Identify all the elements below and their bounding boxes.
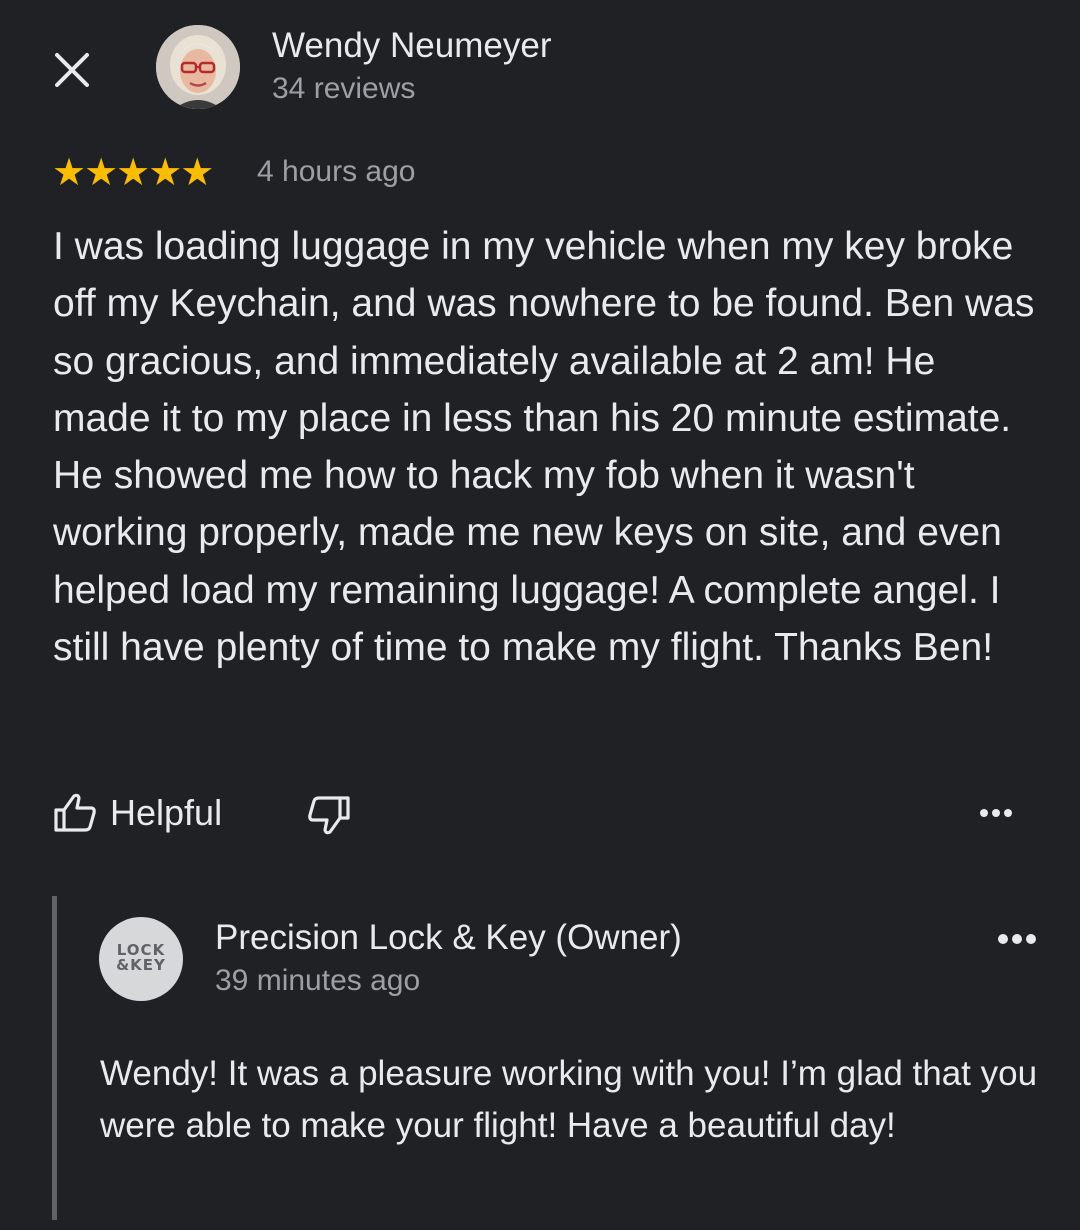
owner-more-button[interactable] (990, 922, 1044, 956)
thumbs-up-icon (54, 793, 96, 832)
reviewer-avatar[interactable] (156, 25, 240, 109)
reviewer-photo (156, 25, 240, 109)
more-horizontal-icon (998, 934, 1036, 944)
review-text: I was loading luggage in my vehicle when… (53, 225, 1035, 670)
thumbs-down-icon (308, 796, 350, 835)
helpful-label: Helpful (110, 792, 223, 833)
close-button[interactable] (50, 48, 94, 92)
star-rating: ★★★★★ (52, 152, 214, 194)
owner-response-time: 39 minutes ago (215, 964, 421, 997)
reviewer-name[interactable]: Wendy Neumeyer (272, 26, 551, 66)
not-helpful-button[interactable] (302, 792, 352, 838)
review-count: 34 reviews (272, 72, 416, 105)
helpful-button[interactable]: Helpful (52, 790, 222, 836)
more-horizontal-icon (980, 809, 1012, 817)
close-icon (55, 53, 89, 87)
owner-name[interactable]: Precision Lock & Key (Owner) (215, 918, 682, 958)
owner-response-text: Wendy! It was a pleasure working with yo… (100, 1054, 1038, 1145)
review-more-button[interactable] (970, 796, 1022, 830)
owner-logo-text: LOCK &KEY (116, 941, 166, 974)
owner-response-divider (52, 896, 57, 1220)
owner-logo[interactable]: LOCK &KEY (99, 917, 183, 1001)
review-time: 4 hours ago (257, 155, 416, 188)
